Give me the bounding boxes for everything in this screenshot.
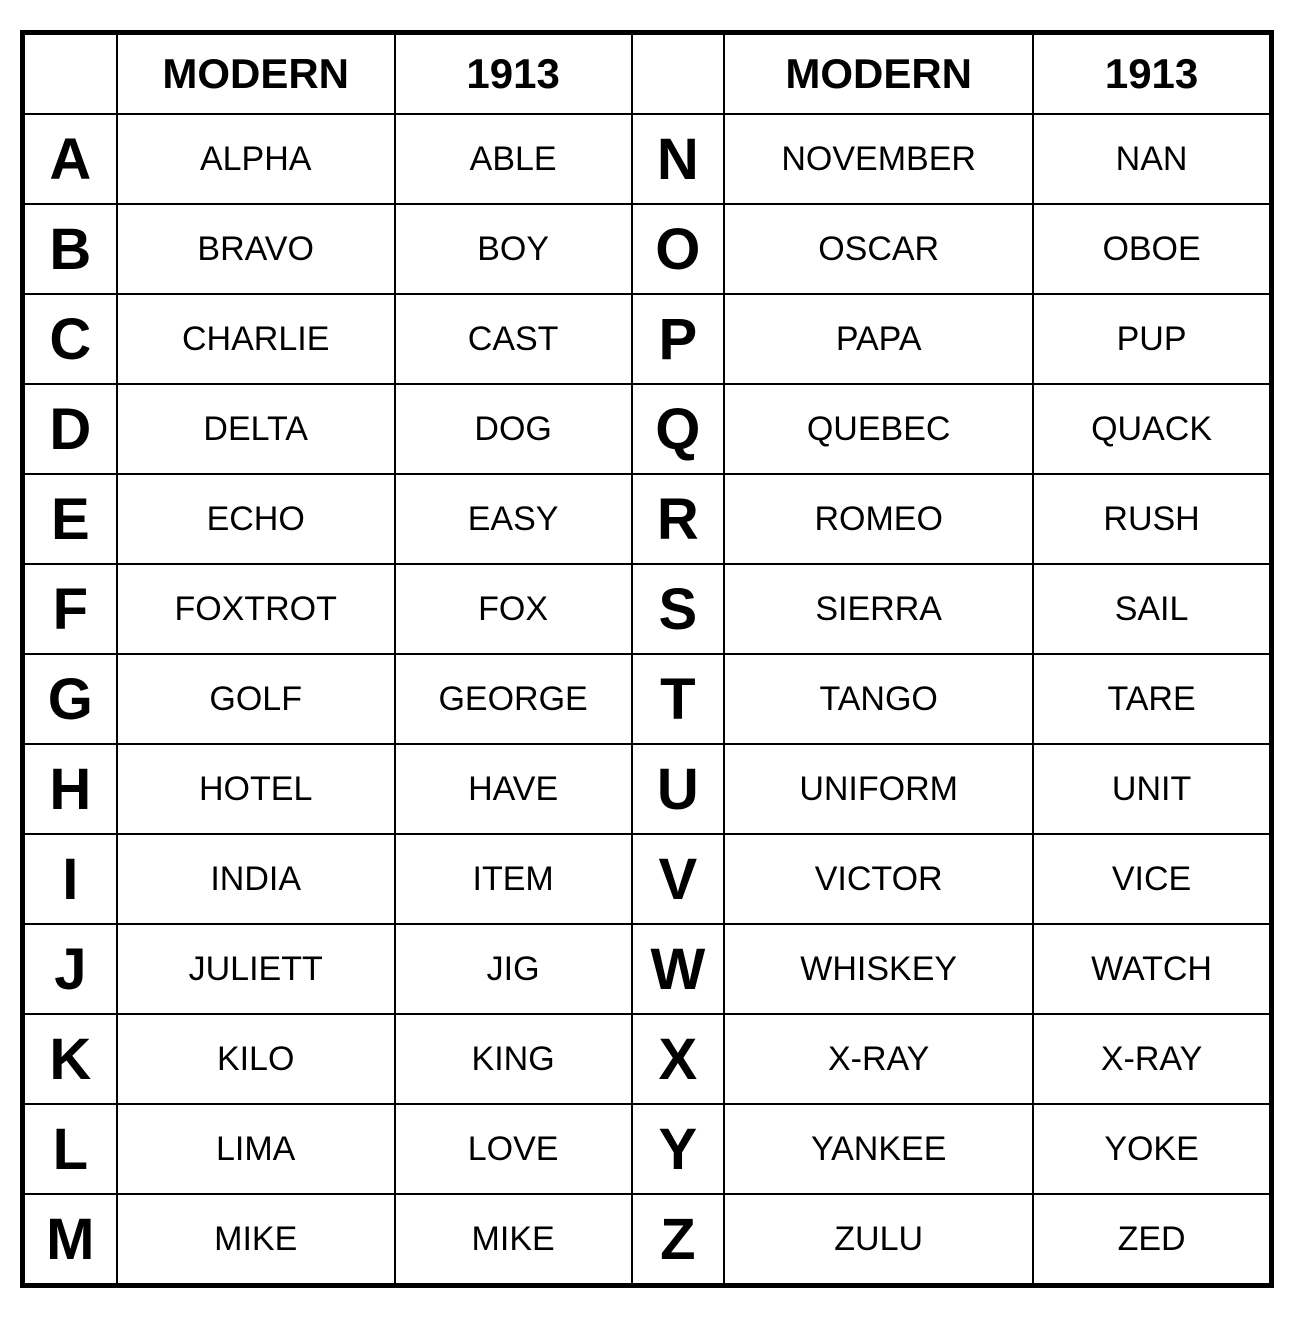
old-word-left: LOVE	[395, 1104, 632, 1194]
old-word-right: YOKE	[1033, 1104, 1270, 1194]
old-word-left: MIKE	[395, 1194, 632, 1284]
old-word-left: HAVE	[395, 744, 632, 834]
old-word-right: X-RAY	[1033, 1014, 1270, 1104]
table-row: KKILOKINGXX-RAYX-RAY	[24, 1014, 1270, 1104]
table-row: JJULIETTJIGWWHISKEYWATCH	[24, 924, 1270, 1014]
modern-word-left: INDIA	[117, 834, 395, 924]
old-word-right: RUSH	[1033, 474, 1270, 564]
letter-cell-left: C	[24, 294, 117, 384]
old-word-left: DOG	[395, 384, 632, 474]
letter-cell-left: M	[24, 1194, 117, 1284]
letter-cell-right: Z	[632, 1194, 725, 1284]
modern-word-right: YANKEE	[724, 1104, 1033, 1194]
letter-cell-left: L	[24, 1104, 117, 1194]
modern-word-left: GOLF	[117, 654, 395, 744]
letter-cell-right: U	[632, 744, 725, 834]
table-row: BBRAVOBOYOOSCAROBOE	[24, 204, 1270, 294]
header-modern-right: MODERN	[724, 34, 1033, 114]
modern-word-right: QUEBEC	[724, 384, 1033, 474]
old-word-right: PUP	[1033, 294, 1270, 384]
old-word-left: EASY	[395, 474, 632, 564]
letter-cell-left: K	[24, 1014, 117, 1104]
old-word-right: ZED	[1033, 1194, 1270, 1284]
letter-cell-right: N	[632, 114, 725, 204]
old-word-left: BOY	[395, 204, 632, 294]
table-row: IINDIAITEMVVICTORVICE	[24, 834, 1270, 924]
table-row: MMIKEMIKEZZULUZED	[24, 1194, 1270, 1284]
old-word-left: FOX	[395, 564, 632, 654]
header-1913-left: 1913	[395, 34, 632, 114]
modern-word-right: OSCAR	[724, 204, 1033, 294]
letter-cell-left: B	[24, 204, 117, 294]
modern-word-left: BRAVO	[117, 204, 395, 294]
modern-word-left: ALPHA	[117, 114, 395, 204]
table-row: DDELTADOGQQUEBECQUACK	[24, 384, 1270, 474]
letter-cell-left: I	[24, 834, 117, 924]
old-word-left: ITEM	[395, 834, 632, 924]
header-1913-right: 1913	[1033, 34, 1270, 114]
modern-word-right: X-RAY	[724, 1014, 1033, 1104]
old-word-right: QUACK	[1033, 384, 1270, 474]
letter-cell-right: W	[632, 924, 725, 1014]
letter-cell-left: H	[24, 744, 117, 834]
old-word-left: ABLE	[395, 114, 632, 204]
modern-word-right: PAPA	[724, 294, 1033, 384]
letter-cell-left: D	[24, 384, 117, 474]
letter-cell-left: A	[24, 114, 117, 204]
modern-word-left: DELTA	[117, 384, 395, 474]
modern-word-right: ZULU	[724, 1194, 1033, 1284]
modern-word-right: WHISKEY	[724, 924, 1033, 1014]
modern-word-left: LIMA	[117, 1104, 395, 1194]
letter-cell-right: P	[632, 294, 725, 384]
old-word-left: GEORGE	[395, 654, 632, 744]
table-row: EECHOEASYRROMEORUSH	[24, 474, 1270, 564]
modern-word-right: TANGO	[724, 654, 1033, 744]
letter-cell-right: O	[632, 204, 725, 294]
old-word-left: KING	[395, 1014, 632, 1104]
modern-word-right: UNIFORM	[724, 744, 1033, 834]
table-row: AALPHAABLENNOVEMBERNAN	[24, 114, 1270, 204]
old-word-right: OBOE	[1033, 204, 1270, 294]
letter-cell-left: G	[24, 654, 117, 744]
phonetic-alphabet-table: MODERN 1913 MODERN 1913 AALPHAABLENNOVEM…	[20, 30, 1274, 1288]
old-word-right: UNIT	[1033, 744, 1270, 834]
old-word-right: VICE	[1033, 834, 1270, 924]
modern-word-left: JULIETT	[117, 924, 395, 1014]
table-row: HHOTELHAVEUUNIFORMUNIT	[24, 744, 1270, 834]
letter-cell-left: F	[24, 564, 117, 654]
letter-cell-right: T	[632, 654, 725, 744]
letter-cell-right: S	[632, 564, 725, 654]
table-row: LLIMALOVEYYANKEEYOKE	[24, 1104, 1270, 1194]
header-empty-mid	[632, 34, 725, 114]
modern-word-left: KILO	[117, 1014, 395, 1104]
old-word-left: JIG	[395, 924, 632, 1014]
modern-word-left: CHARLIE	[117, 294, 395, 384]
old-word-left: CAST	[395, 294, 632, 384]
letter-cell-right: X	[632, 1014, 725, 1104]
modern-word-right: SIERRA	[724, 564, 1033, 654]
modern-word-left: ECHO	[117, 474, 395, 564]
modern-word-right: NOVEMBER	[724, 114, 1033, 204]
letter-cell-right: V	[632, 834, 725, 924]
old-word-right: SAIL	[1033, 564, 1270, 654]
old-word-right: NAN	[1033, 114, 1270, 204]
modern-word-right: VICTOR	[724, 834, 1033, 924]
modern-word-left: FOXTROT	[117, 564, 395, 654]
letter-cell-right: Q	[632, 384, 725, 474]
table-row: FFOXTROTFOXSSIERRASAIL	[24, 564, 1270, 654]
letter-cell-right: R	[632, 474, 725, 564]
header-empty-left	[24, 34, 117, 114]
table-row: GGOLFGEORGETTANGOTARE	[24, 654, 1270, 744]
modern-word-right: ROMEO	[724, 474, 1033, 564]
modern-word-left: MIKE	[117, 1194, 395, 1284]
old-word-right: WATCH	[1033, 924, 1270, 1014]
letter-cell-right: Y	[632, 1104, 725, 1194]
modern-word-left: HOTEL	[117, 744, 395, 834]
letter-cell-left: J	[24, 924, 117, 1014]
letter-cell-left: E	[24, 474, 117, 564]
table-row: CCHARLIECASTPPAPAPUP	[24, 294, 1270, 384]
header-modern-left: MODERN	[117, 34, 395, 114]
old-word-right: TARE	[1033, 654, 1270, 744]
